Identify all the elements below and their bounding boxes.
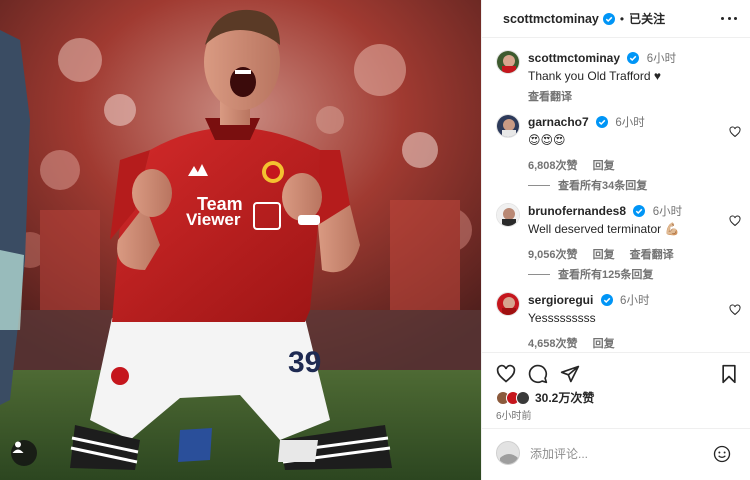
more-options-icon[interactable] — [721, 10, 737, 26]
likes-count[interactable]: 30.2万次赞 — [535, 389, 594, 406]
comment-like-count[interactable]: 9,056次赞 — [528, 249, 578, 261]
reply-thread-line — [528, 273, 550, 275]
verified-badge-icon — [600, 294, 613, 306]
black-heart-emoji: ♥ — [653, 69, 661, 83]
post-caption: scottmctominay 6小时 Thank you Old Traffor… — [496, 50, 741, 103]
comment-like-heart-icon[interactable] — [729, 304, 741, 316]
following-button[interactable]: 已关注 — [629, 10, 665, 27]
comment-username[interactable]: garnacho7 — [528, 115, 589, 129]
author-username[interactable]: scottmctominay — [503, 12, 599, 26]
action-bar-divider — [482, 352, 750, 353]
comment-text: Well deserved terminator 💪🏼 — [528, 222, 680, 236]
reply-button[interactable]: 回复 — [593, 160, 615, 172]
post-photo[interactable]: 39 Team Viewer — [0, 0, 481, 480]
bookmark-icon[interactable] — [719, 364, 739, 384]
instagram-post-view: 39 Team Viewer scottmctominay • 已关注 scot… — [0, 0, 750, 480]
post-timestamp: 6小时前 — [496, 411, 532, 422]
view-replies-text: 查看所有34条回复 — [558, 180, 648, 192]
separator-dot: • — [619, 11, 625, 26]
person-tag-icon — [12, 441, 24, 453]
comment-time: 6小时 — [620, 295, 650, 307]
comment-username[interactable]: sergioregui — [528, 293, 593, 307]
comment-like-count[interactable]: 6,808次赞 — [528, 160, 578, 172]
comment-item: garnacho7 6小时 😍😍😍 6,808次赞 回复 — [496, 114, 741, 172]
comment-item: sergioregui 6小时 Yesssssssss 4,658次赞 回复 — [496, 292, 741, 350]
comment-item: brunofernandes8 6小时 Well deserved termin… — [496, 203, 741, 261]
shirt-sponsor-bottom: Viewer — [186, 210, 241, 229]
reply-button[interactable]: 回复 — [593, 249, 615, 261]
comment-time: 6小时 — [652, 206, 683, 218]
avatar[interactable] — [496, 203, 520, 227]
current-user-avatar — [496, 441, 520, 465]
comment-time: 6小时 — [615, 117, 645, 129]
post-header: scottmctominay • 已关注 — [482, 0, 750, 38]
comment-username[interactable]: brunofernandes8 — [528, 204, 626, 218]
see-translation-link[interactable]: 查看翻译 — [630, 249, 674, 261]
avatar[interactable] — [496, 114, 520, 138]
reply-thread-line — [528, 184, 550, 186]
send-icon[interactable] — [560, 364, 580, 384]
view-replies-link[interactable]: 查看所有125条回复 — [528, 266, 653, 282]
comment-like-heart-icon[interactable] — [729, 126, 741, 138]
see-translation-link[interactable]: 查看翻译 — [528, 91, 572, 103]
reply-button[interactable]: 回复 — [593, 338, 615, 350]
caption-username[interactable]: scottmctominay — [528, 51, 620, 65]
avatar[interactable] — [496, 292, 520, 316]
verified-badge-icon — [627, 52, 640, 64]
comment-like-heart-icon[interactable] — [729, 215, 741, 227]
emoji-icon[interactable] — [713, 445, 731, 463]
verified-badge-icon — [602, 12, 615, 25]
view-replies-text: 查看所有125条回复 — [558, 269, 654, 281]
add-comment-input[interactable] — [530, 445, 700, 463]
caption-time: 6小时 — [646, 53, 677, 65]
shorts-number: 39 — [288, 346, 321, 379]
avatar[interactable] — [496, 50, 520, 74]
tagged-people-button[interactable] — [11, 440, 37, 466]
verified-badge-icon — [633, 205, 646, 217]
comment-like-count[interactable]: 4,658次赞 — [528, 338, 578, 350]
likes-summary[interactable]: 30.2万次赞 — [496, 389, 594, 406]
liker-avatar — [516, 390, 530, 405]
comment-text: Yesssssssss — [528, 311, 596, 325]
comment-composer — [482, 428, 750, 480]
comment-icon[interactable] — [528, 364, 548, 384]
view-replies-link[interactable]: 查看所有34条回复 — [528, 177, 647, 193]
heart-icon[interactable] — [496, 364, 516, 384]
verified-badge-icon — [596, 116, 609, 128]
caption-text: Thank you Old Trafford — [528, 69, 651, 83]
comment-text: 😍😍😍 — [528, 133, 566, 147]
post-side-panel: scottmctominay • 已关注 scottmctominay 6小时 — [481, 0, 750, 480]
player-celebration-image: 39 Team Viewer — [0, 0, 481, 480]
